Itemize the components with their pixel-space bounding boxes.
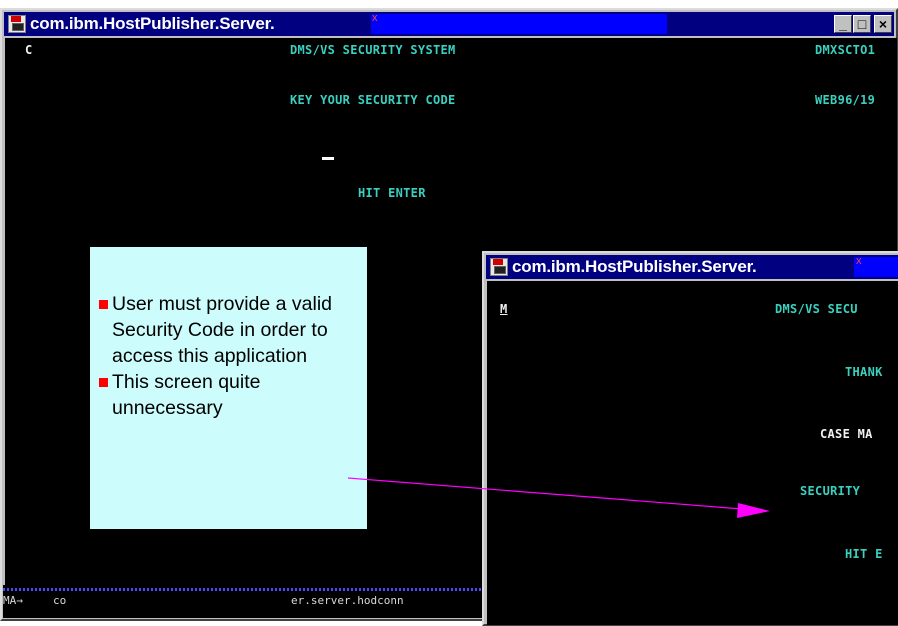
pointer-arrow-icon xyxy=(347,477,770,518)
